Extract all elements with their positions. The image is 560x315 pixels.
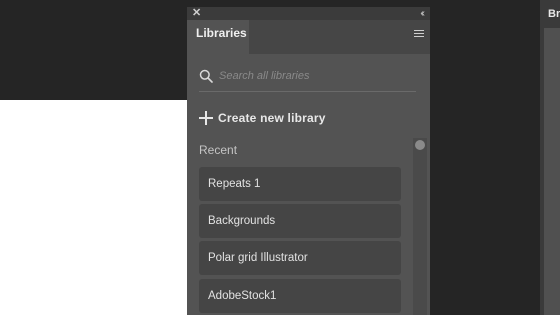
library-item[interactable]: Polar grid Illustrator — [199, 241, 401, 275]
panel-titlebar: ✕ ‹‹ — [187, 7, 430, 20]
adjacent-panel-title[interactable]: Br — [548, 8, 560, 20]
search-input[interactable] — [219, 67, 409, 85]
library-item[interactable]: Repeats 1 — [199, 167, 401, 201]
collapse-panel-icon[interactable]: ‹‹ — [420, 7, 424, 20]
panel-tab-bar: Libraries — [187, 20, 430, 54]
create-new-library-button[interactable]: Create new library — [199, 108, 326, 128]
plus-icon — [199, 111, 213, 125]
recent-heading: Recent — [199, 143, 238, 157]
hamburger-menu-icon[interactable] — [414, 30, 424, 38]
document-canvas — [0, 100, 187, 315]
adjacent-panel-content — [544, 28, 560, 315]
search-icon — [199, 69, 213, 83]
scrollbar-thumb[interactable] — [415, 140, 425, 150]
libraries-panel: ✕ ‹‹ Libraries Create new library Recent… — [187, 7, 430, 315]
close-icon[interactable]: ✕ — [192, 7, 201, 20]
tab-libraries[interactable]: Libraries — [187, 20, 249, 54]
library-item[interactable]: AdobeStock1 — [199, 279, 401, 313]
library-item[interactable]: Backgrounds — [199, 204, 401, 238]
adjacent-panel: Br — [540, 0, 560, 315]
search-bar — [199, 63, 416, 92]
scrollbar[interactable] — [413, 138, 427, 315]
create-new-library-label: Create new library — [218, 111, 326, 125]
